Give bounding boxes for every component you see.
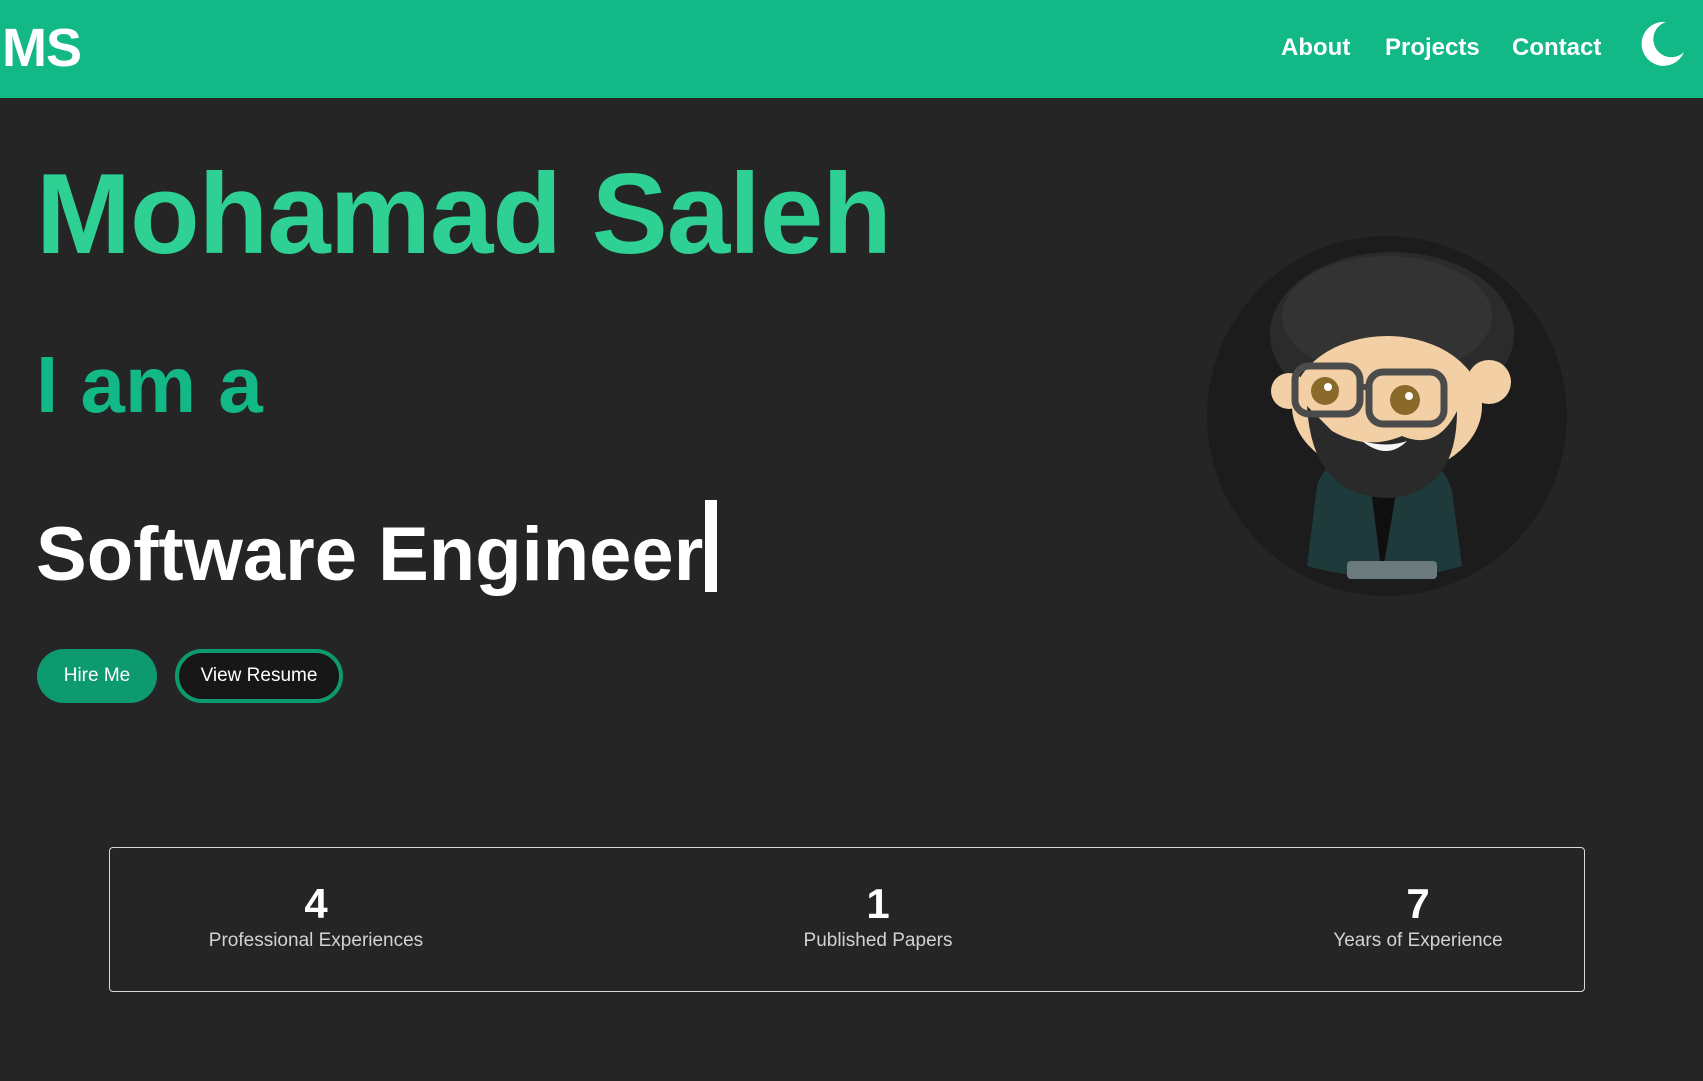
hero-role-line: Software Engineer — [36, 500, 718, 603]
stat-published-papers: 1 Published Papers — [718, 882, 1038, 954]
cartoon-avatar-icon — [1207, 236, 1567, 596]
stats-panel: 4 Professional Experiences 1 Published P… — [109, 847, 1585, 992]
view-resume-button[interactable]: View Resume — [175, 649, 343, 703]
stat-years-of-experience: 7 Years of Experience — [1258, 882, 1578, 954]
moon-icon — [1641, 21, 1684, 66]
stat-label: Years of Experience — [1333, 930, 1503, 951]
theme-toggle-button[interactable] — [1636, 18, 1688, 70]
stat-label: Published Papers — [803, 930, 953, 951]
stat-value: 7 — [1406, 880, 1430, 927]
nav-link-about[interactable]: About — [1281, 32, 1350, 64]
navbar: MS About Projects Contact — [0, 0, 1703, 98]
nav-link-projects[interactable]: Projects — [1385, 32, 1480, 64]
hero-name: Mohamad Saleh — [36, 151, 892, 278]
hero-intro: I am a — [36, 340, 263, 429]
stat-value: 1 — [866, 880, 890, 927]
hire-me-button[interactable]: Hire Me — [37, 649, 157, 703]
stat-value: 4 — [304, 880, 328, 927]
typed-role: Software Engineer — [36, 512, 704, 597]
avatar — [1207, 236, 1567, 596]
stat-label: Professional Experiences — [208, 930, 424, 951]
nav-link-contact[interactable]: Contact — [1512, 32, 1601, 64]
site-logo[interactable]: MS — [2, 18, 82, 78]
typing-caret — [705, 500, 718, 592]
stat-professional-experiences: 4 Professional Experiences — [156, 882, 476, 954]
